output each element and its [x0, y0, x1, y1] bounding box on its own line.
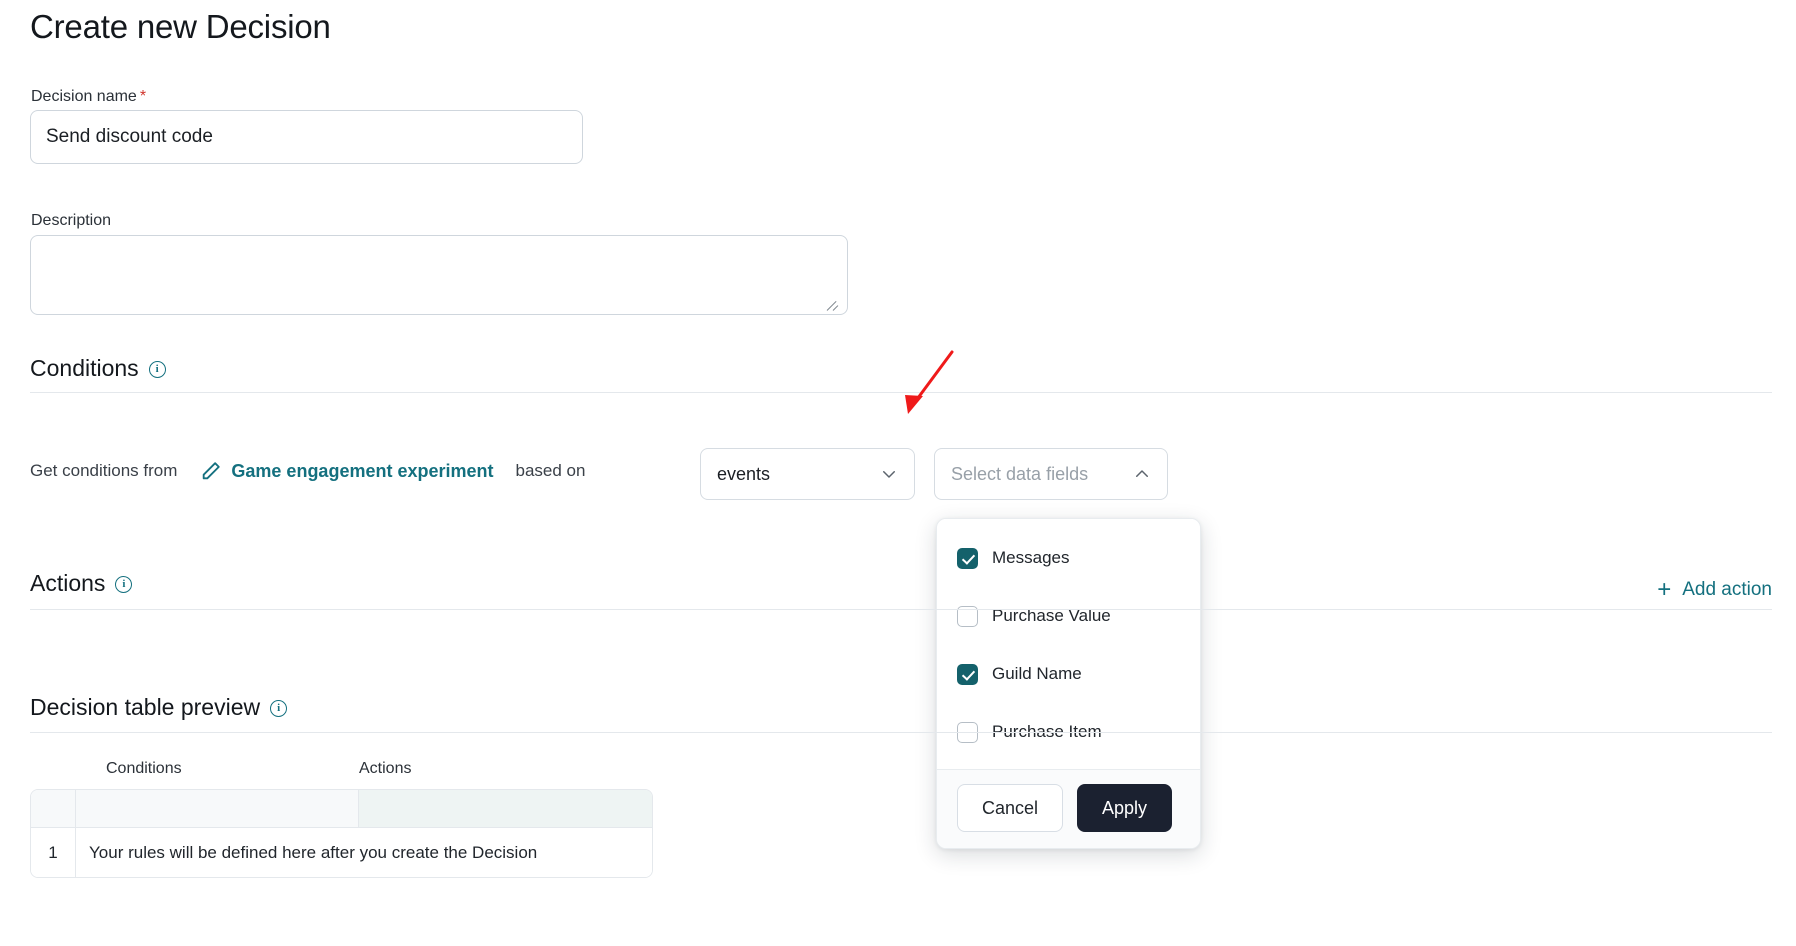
decision-name-label: Decision name*: [31, 88, 146, 106]
source-type-select-value: events: [717, 464, 770, 485]
table-row: 1 Your rules will be defined here after …: [31, 827, 652, 877]
add-action-label: Add action: [1682, 579, 1772, 601]
info-icon-actions[interactable]: i: [115, 576, 132, 593]
cancel-button[interactable]: Cancel: [957, 784, 1063, 832]
actions-heading: Actions i: [30, 570, 132, 597]
table-row-placeholder-text: Your rules will be defined here after yo…: [76, 828, 652, 877]
conditions-divider: [30, 392, 1772, 393]
description-label: Description: [31, 212, 111, 230]
checkbox-guild-name[interactable]: [957, 664, 978, 685]
checkbox-messages[interactable]: [957, 548, 978, 569]
table-preview-title: Decision table preview: [30, 694, 260, 721]
chevron-up-icon: [1133, 465, 1151, 483]
data-fields-dropdown-footer: Cancel Apply: [937, 769, 1200, 848]
actions-title: Actions: [30, 570, 105, 597]
table-header-index-cell: [31, 790, 76, 827]
table-preview-divider: [30, 732, 1772, 733]
data-fields-option-label: Messages: [992, 548, 1069, 568]
pencil-icon[interactable]: [200, 460, 222, 482]
table-preview-heading: Decision table preview i: [30, 694, 287, 721]
data-fields-select[interactable]: Select data fields: [934, 448, 1168, 500]
table-header-conditions-cell: [76, 790, 359, 827]
conditions-title: Conditions: [30, 355, 139, 382]
info-icon-conditions[interactable]: i: [149, 361, 166, 378]
description-textarea[interactable]: [30, 235, 848, 315]
plus-icon: +: [1657, 578, 1671, 602]
table-header-actions-cell: [359, 790, 652, 827]
data-fields-option-guild-name[interactable]: Guild Name: [937, 645, 1200, 703]
apply-button[interactable]: Apply: [1077, 784, 1172, 832]
data-fields-dropdown-panel: Messages Purchase Value Guild Name Purch…: [936, 518, 1201, 849]
required-asterisk: *: [140, 88, 146, 105]
page-title: Create new Decision: [30, 8, 331, 46]
decision-table-preview: 1 Your rules will be defined here after …: [30, 789, 653, 878]
info-icon-table-preview[interactable]: i: [270, 700, 287, 717]
decision-table-header-row: [31, 790, 652, 827]
decision-name-input[interactable]: [30, 110, 583, 164]
get-conditions-from-label: Get conditions from: [30, 461, 177, 481]
conditions-source-row: Get conditions from Game engagement expe…: [30, 460, 585, 482]
column-header-actions: Actions: [359, 760, 411, 778]
actions-divider: [30, 609, 1772, 610]
annotation-arrow-icon: [890, 340, 980, 435]
chevron-down-icon: [880, 465, 898, 483]
column-header-conditions: Conditions: [106, 760, 182, 778]
based-on-label: based on: [516, 461, 586, 481]
decision-name-label-text: Decision name: [31, 88, 137, 105]
table-row-index: 1: [31, 828, 76, 877]
conditions-heading: Conditions i: [30, 355, 166, 382]
add-action-button[interactable]: + Add action: [1657, 578, 1772, 602]
data-fields-option-label: Guild Name: [992, 664, 1082, 684]
create-decision-page: Create new Decision Decision name* Descr…: [0, 0, 1796, 946]
data-fields-option-purchase-value[interactable]: Purchase Value: [937, 587, 1200, 645]
source-type-select[interactable]: events: [700, 448, 915, 500]
data-fields-option-messages[interactable]: Messages: [937, 529, 1200, 587]
data-fields-select-placeholder: Select data fields: [951, 464, 1088, 485]
experiment-link[interactable]: Game engagement experiment: [231, 461, 493, 482]
